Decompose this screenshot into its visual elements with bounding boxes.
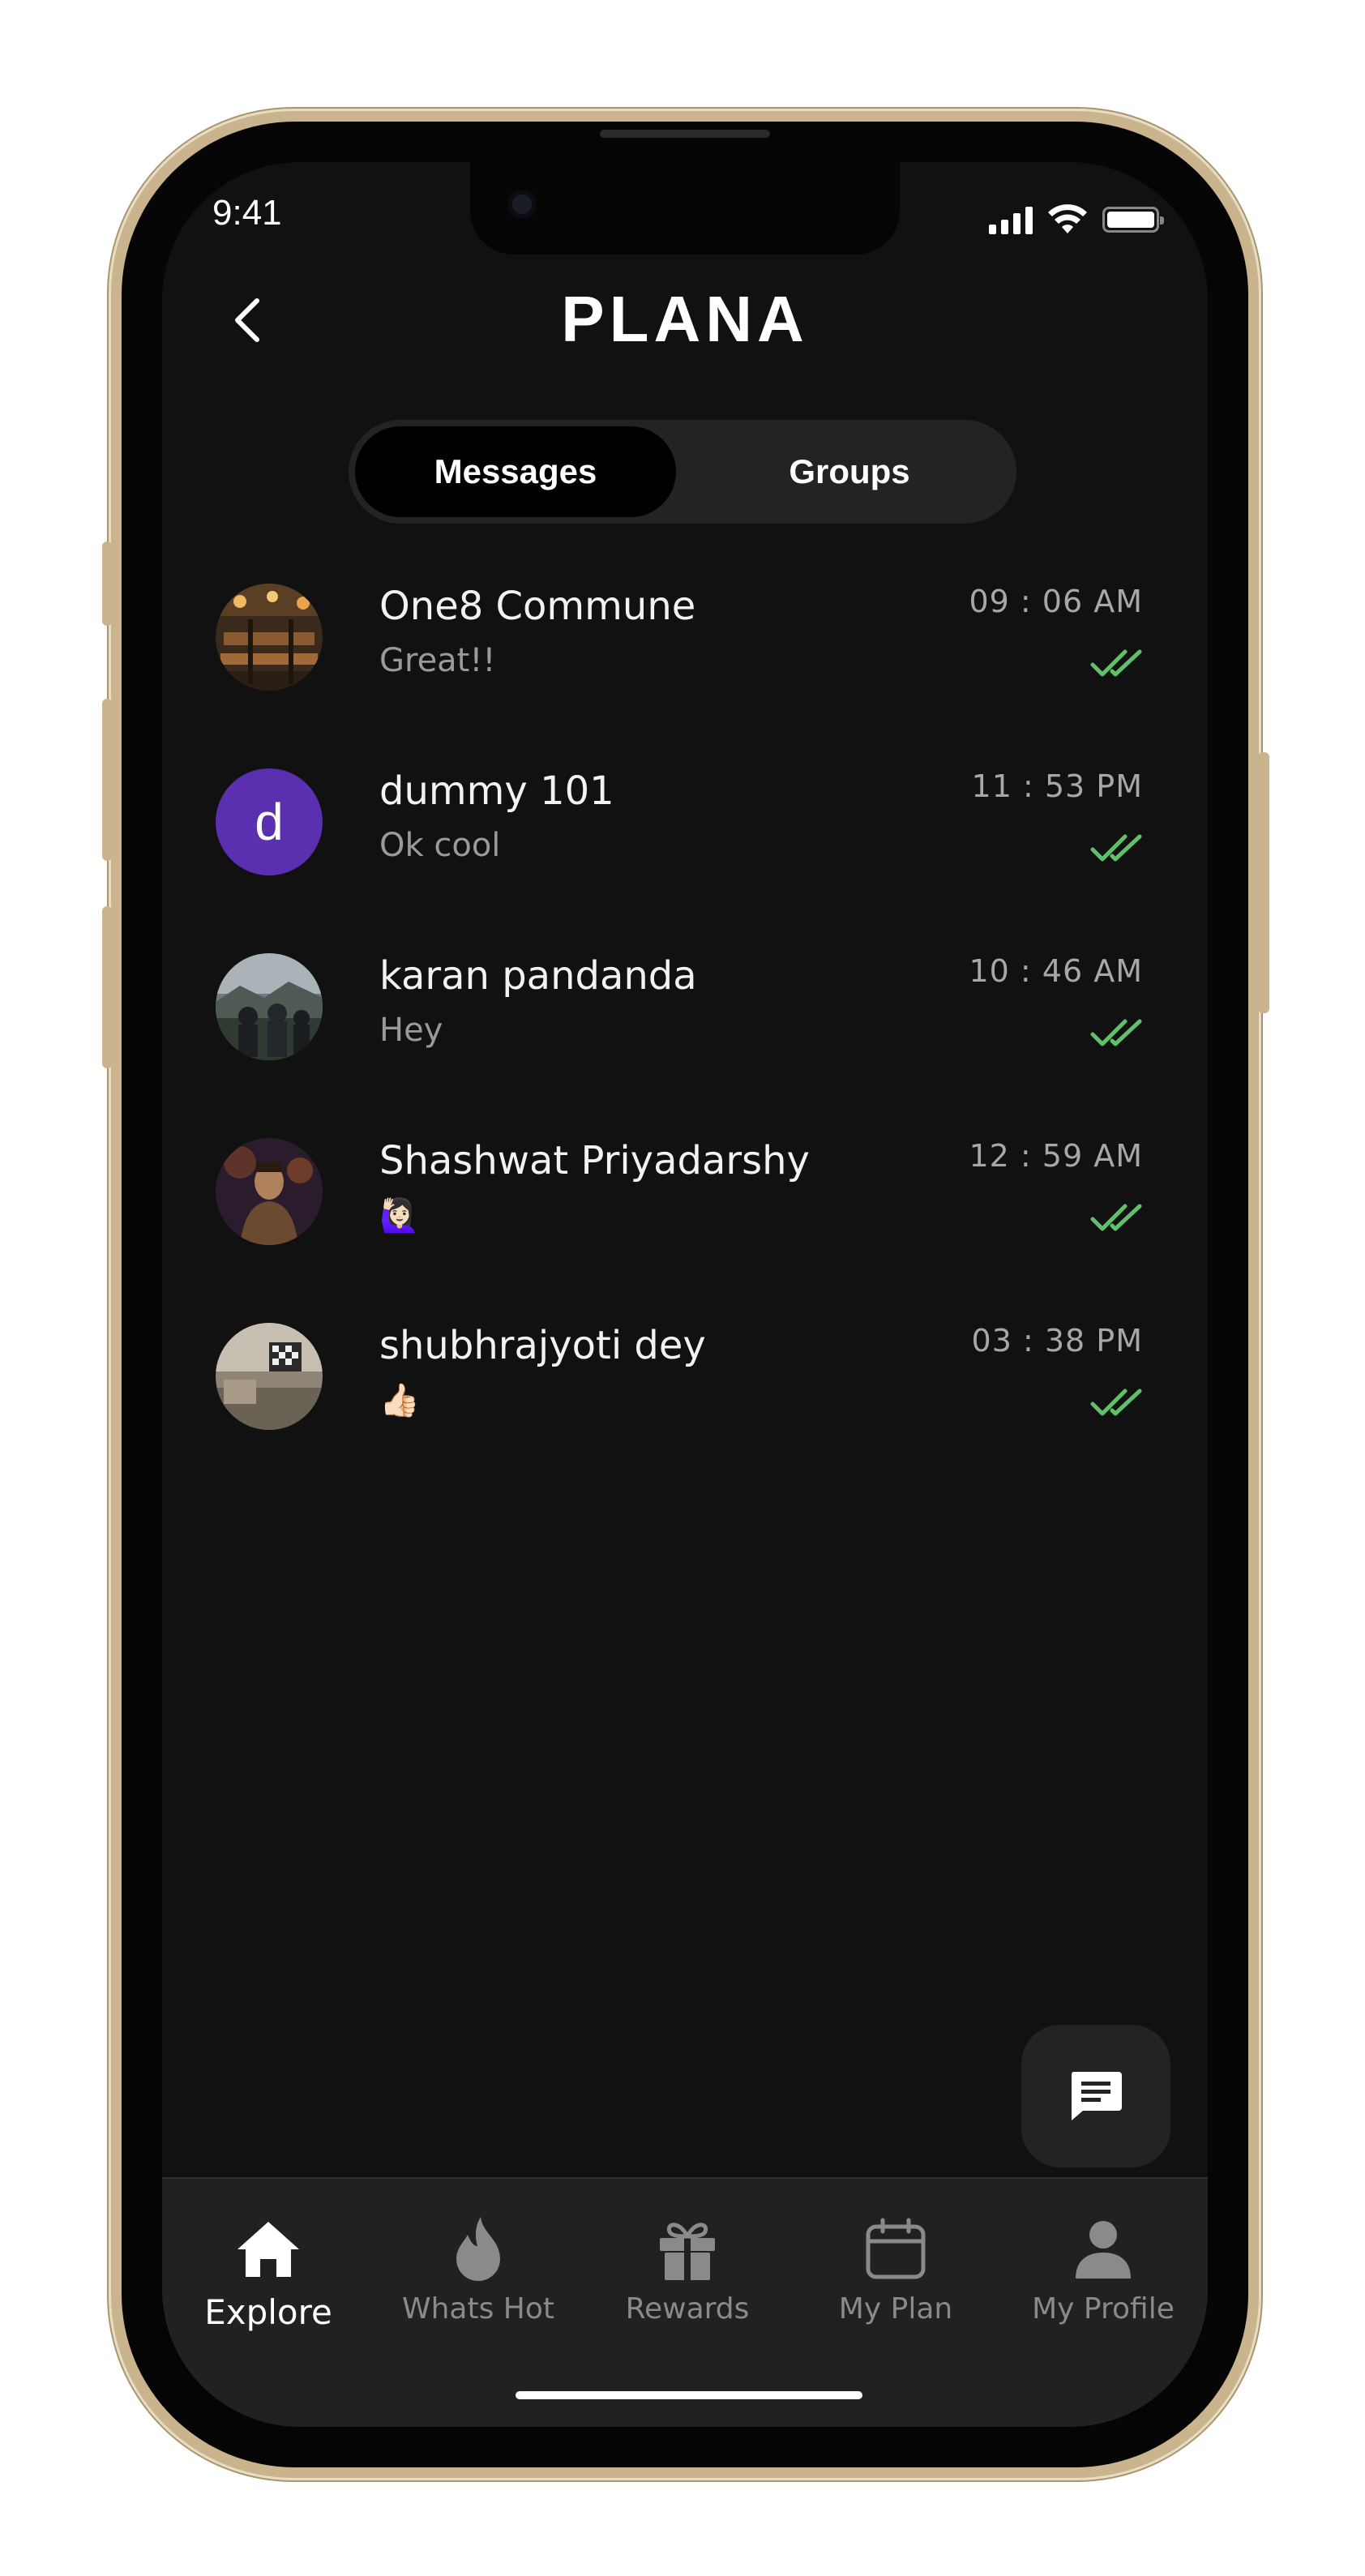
chat-name: shubhrajyoti dey bbox=[379, 1323, 706, 1368]
chat-time: 03 : 38 PM bbox=[971, 1323, 1143, 1359]
wifi-icon bbox=[1048, 204, 1087, 233]
flame-icon bbox=[456, 2217, 500, 2281]
camera-icon bbox=[507, 190, 537, 219]
chat-bubble-icon bbox=[1071, 2072, 1122, 2120]
home-indicator[interactable] bbox=[516, 2391, 862, 2399]
chat-name: One8 Commune bbox=[379, 584, 696, 629]
chat-row[interactable]: d dummy 101 Ok cool 11 : 53 PM bbox=[162, 768, 1208, 931]
tab-label: Whats Hot bbox=[402, 2292, 554, 2326]
chat-preview: 🙋🏻‍♀️ bbox=[379, 1197, 420, 1235]
app-screen: 9:41 PLANA Messages Groups One8 Commune … bbox=[162, 162, 1208, 2427]
tab-label: My Plan bbox=[838, 2292, 953, 2326]
tab-rewards[interactable]: Rewards bbox=[586, 2213, 789, 2326]
status-time: 9:41 bbox=[212, 193, 282, 233]
chat-row[interactable]: Shashwat Priyadarshy 🙋🏻‍♀️ 12 : 59 AM bbox=[162, 1138, 1208, 1300]
tab-my-plan[interactable]: My Plan bbox=[794, 2213, 997, 2326]
chat-row[interactable]: shubhrajyoti dey 👍🏻 03 : 38 PM bbox=[162, 1323, 1208, 1485]
tab-explore[interactable]: Explore bbox=[167, 2213, 370, 2332]
avatar bbox=[216, 1323, 323, 1430]
speaker-grille bbox=[600, 130, 770, 138]
chat-time: 10 : 46 AM bbox=[969, 953, 1143, 989]
chat-row[interactable]: karan pandanda Hey 10 : 46 AM bbox=[162, 953, 1208, 1115]
double-check-icon bbox=[1090, 1389, 1142, 1416]
notch bbox=[470, 162, 900, 255]
side-button-mute bbox=[102, 541, 112, 626]
tab-my-profile[interactable]: My Profile bbox=[1002, 2213, 1205, 2326]
tab-label: Rewards bbox=[625, 2292, 750, 2326]
double-check-icon bbox=[1090, 1204, 1142, 1231]
chat-preview: Great!! bbox=[379, 642, 496, 679]
chat-name: dummy 101 bbox=[379, 768, 614, 814]
side-button-power bbox=[1258, 752, 1269, 1013]
cellular-signal-icon bbox=[989, 205, 1033, 234]
tab-whats-hot[interactable]: Whats Hot bbox=[377, 2213, 580, 2326]
new-message-button[interactable] bbox=[1021, 2025, 1170, 2167]
double-check-icon bbox=[1090, 649, 1142, 677]
tab-groups[interactable]: Groups bbox=[689, 426, 1010, 517]
avatar bbox=[216, 1138, 323, 1245]
status-icons bbox=[989, 204, 1164, 235]
side-button-volume-up bbox=[102, 699, 112, 861]
avatar bbox=[216, 584, 323, 691]
chat-preview: Hey bbox=[379, 1012, 443, 1049]
chat-time: 09 : 06 AM bbox=[969, 584, 1143, 619]
home-icon bbox=[237, 2222, 299, 2277]
chat-time: 11 : 53 PM bbox=[971, 768, 1143, 804]
chat-preview: Ok cool bbox=[379, 827, 501, 864]
brand-logo: PLANA bbox=[561, 283, 809, 355]
gift-icon bbox=[660, 2223, 715, 2280]
tab-label: Explore bbox=[204, 2292, 332, 2332]
chat-time: 12 : 59 AM bbox=[969, 1138, 1143, 1174]
tab-messages[interactable]: Messages bbox=[355, 426, 676, 517]
side-button-volume-down bbox=[102, 906, 112, 1068]
chat-preview: 👍🏻 bbox=[379, 1382, 420, 1419]
double-check-icon bbox=[1090, 1019, 1142, 1046]
chat-name: Shashwat Priyadarshy bbox=[379, 1138, 810, 1183]
bottom-tab-bar: Explore Whats Hot Rewards My Plan My Pro… bbox=[162, 2177, 1208, 2427]
chat-row[interactable]: One8 Commune Great!! 09 : 06 AM bbox=[162, 584, 1208, 746]
avatar: d bbox=[216, 768, 323, 875]
chat-name: karan pandanda bbox=[379, 953, 697, 999]
tab-label: My Profile bbox=[1032, 2292, 1175, 2326]
messages-groups-toggle: Messages Groups bbox=[349, 420, 1016, 524]
person-icon bbox=[1076, 2221, 1131, 2279]
calendar-icon bbox=[866, 2218, 926, 2279]
double-check-icon bbox=[1090, 834, 1142, 862]
battery-icon bbox=[1102, 207, 1164, 233]
avatar bbox=[216, 953, 323, 1060]
